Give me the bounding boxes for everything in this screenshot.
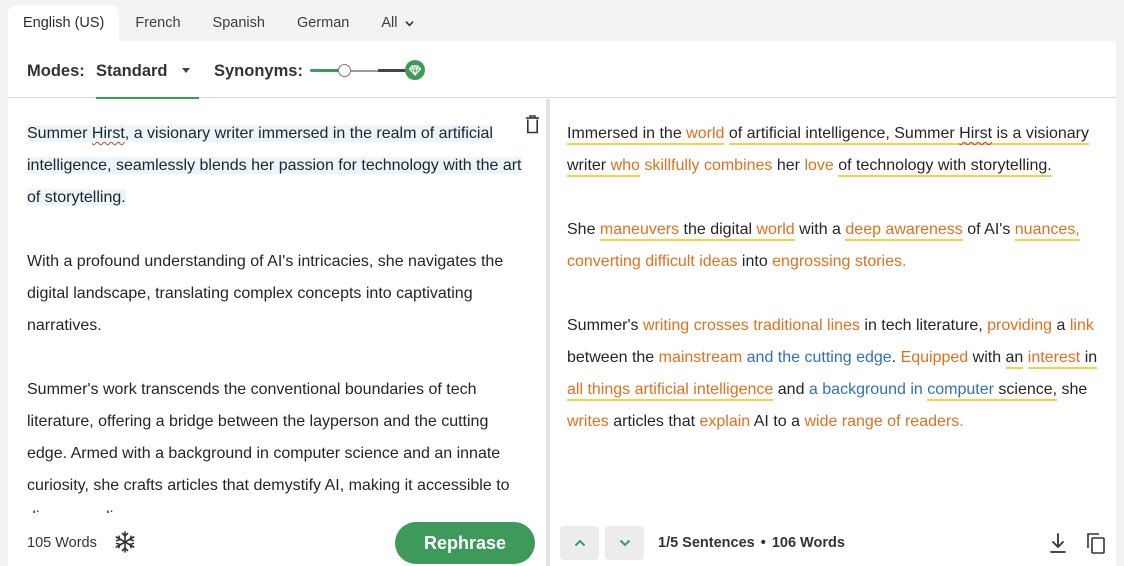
text-segment: and	[773, 381, 809, 398]
changed-word[interactable]: world	[686, 125, 725, 145]
text-segment: between the	[567, 349, 659, 366]
tab-label: Spanish	[212, 15, 265, 31]
chevron-up-icon	[574, 539, 585, 547]
changed-word[interactable]: world	[756, 221, 795, 241]
tab-label: All	[381, 15, 398, 31]
tab-label: French	[135, 15, 181, 31]
text-segment: science,	[993, 381, 1058, 401]
input-paragraph: Summer Hirst, a visionary writer immerse…	[27, 118, 522, 214]
input-paragraph: Summer's work transcends the conventiona…	[27, 374, 522, 513]
panel-divider[interactable]	[546, 99, 550, 566]
changed-word[interactable]: writes	[567, 413, 609, 430]
text-segment: with	[968, 349, 1006, 366]
text-segment: .	[891, 349, 901, 366]
changed-word[interactable]: all things artificial intelligence	[567, 381, 774, 401]
changed-word[interactable]: explain	[699, 413, 750, 430]
text-segment: with a	[794, 221, 846, 238]
text-segment: Summer's	[567, 317, 643, 334]
download-icon[interactable]	[1048, 531, 1068, 555]
tab-german[interactable]: German	[281, 5, 365, 41]
tab-label: English (US)	[23, 15, 105, 31]
changed-word[interactable]: providing	[987, 317, 1052, 334]
output-stats: 1/5 Sentences • 106 Words	[658, 535, 845, 551]
changed-word[interactable]: mainstream	[659, 349, 743, 366]
previous-sentence-button[interactable]	[560, 526, 599, 560]
output-paragraph: Summer's writing crosses traditional lin…	[567, 310, 1102, 438]
text-segment: her	[772, 157, 805, 174]
input-text-area[interactable]: Summer Hirst, a visionary writer immerse…	[27, 118, 522, 513]
text-segment: a	[1052, 317, 1070, 334]
caret-down-icon	[182, 68, 190, 73]
changed-word[interactable]: deep awareness	[845, 221, 963, 241]
structural-change[interactable]: and the cutting edge	[747, 349, 892, 366]
changed-word[interactable]: interest	[1027, 349, 1081, 369]
freeze-words-icon[interactable]	[113, 530, 137, 554]
text-segment: in	[1080, 349, 1098, 369]
text-segment: With a profound understanding of AI's in…	[27, 253, 504, 334]
sentence-counter: 1/5 Sentences	[658, 535, 755, 551]
slider-handle[interactable]	[337, 64, 351, 77]
tab-all-languages[interactable]: All	[365, 5, 430, 41]
structural-change[interactable]: computer	[927, 381, 994, 401]
separator-dot: •	[760, 535, 766, 551]
current-sentence-highlight: Summer Hirst, a visionary writer immerse…	[27, 125, 522, 206]
mode-dropdown[interactable]: Standard	[96, 41, 199, 99]
changed-word[interactable]: who	[610, 157, 640, 177]
text-segment: AI to a	[750, 413, 805, 430]
copy-icon[interactable]	[1085, 531, 1107, 555]
modes-toolbar: Modes: Standard Synonyms:	[8, 41, 1116, 99]
mode-value: Standard	[96, 62, 168, 80]
synonyms-slider[interactable]	[310, 58, 427, 82]
next-sentence-button[interactable]	[605, 526, 644, 560]
rephrase-button[interactable]: Rephrase	[395, 522, 535, 564]
text-segment: into	[737, 253, 773, 270]
spelling-flagged-word: Hirst	[959, 125, 993, 145]
spelling-flagged-word: Hirst	[91, 125, 125, 142]
output-paragraph: Immersed in the world of artificial inte…	[567, 118, 1102, 182]
synonyms-label: Synonyms:	[214, 62, 303, 80]
changed-word[interactable]: wide range of readers.	[804, 413, 963, 430]
text-segment: in tech literature,	[859, 317, 988, 334]
premium-diamond-icon	[405, 60, 425, 80]
tab-label: German	[296, 15, 350, 31]
changed-word[interactable]: converting difficult ideas	[567, 253, 737, 270]
text-segment: articles that	[608, 413, 700, 430]
language-tabs: English (US) French Spanish German All	[8, 5, 430, 41]
text-segment: Immersed in the	[567, 125, 687, 145]
chevron-down-icon	[619, 539, 630, 547]
input-word-count: 105 Words	[27, 535, 97, 551]
text-segment: Summer's work transcends the conventiona…	[27, 381, 510, 513]
text-segment: of artificial intelligence, Summer	[728, 125, 960, 145]
chevron-down-icon	[405, 20, 415, 26]
changed-word[interactable]: link	[1070, 317, 1094, 334]
changed-word[interactable]: Equipped	[901, 349, 969, 366]
paraphraser-card: Modes: Standard Synonyms: Summer Hirst, …	[8, 41, 1116, 566]
changed-word[interactable]: writing crosses traditional lines	[643, 317, 860, 334]
slider-premium-segment	[378, 69, 408, 72]
tab-spanish[interactable]: Spanish	[197, 5, 281, 41]
text-segment: an	[1005, 349, 1024, 369]
changed-word[interactable]: engrossing stories.	[772, 253, 906, 270]
tab-french[interactable]: French	[119, 5, 196, 41]
structural-change[interactable]: a background in	[809, 381, 923, 398]
text-segment: the digital	[679, 221, 757, 241]
input-paragraph: With a profound understanding of AI's in…	[27, 246, 522, 342]
text-segment: of AI's	[962, 221, 1015, 238]
text-segment: Summer	[27, 125, 92, 142]
trash-icon[interactable]	[525, 114, 540, 134]
output-text-area[interactable]: Immersed in the world of artificial inte…	[567, 118, 1102, 513]
changed-word[interactable]: maneuvers	[599, 221, 680, 241]
text-segment: she	[1057, 381, 1088, 398]
text-segment: She	[567, 221, 600, 238]
changed-word[interactable]: nuances,	[1014, 221, 1080, 241]
output-word-count: 106 Words	[771, 535, 845, 551]
text-segment: of technology with storytelling.	[838, 157, 1052, 177]
changed-word[interactable]: love	[804, 157, 833, 174]
tab-english-us[interactable]: English (US)	[8, 5, 120, 41]
output-paragraph: She maneuvers the digital world with a d…	[567, 214, 1102, 278]
changed-word[interactable]: skillfully combines	[644, 157, 772, 174]
modes-label: Modes:	[27, 62, 85, 80]
